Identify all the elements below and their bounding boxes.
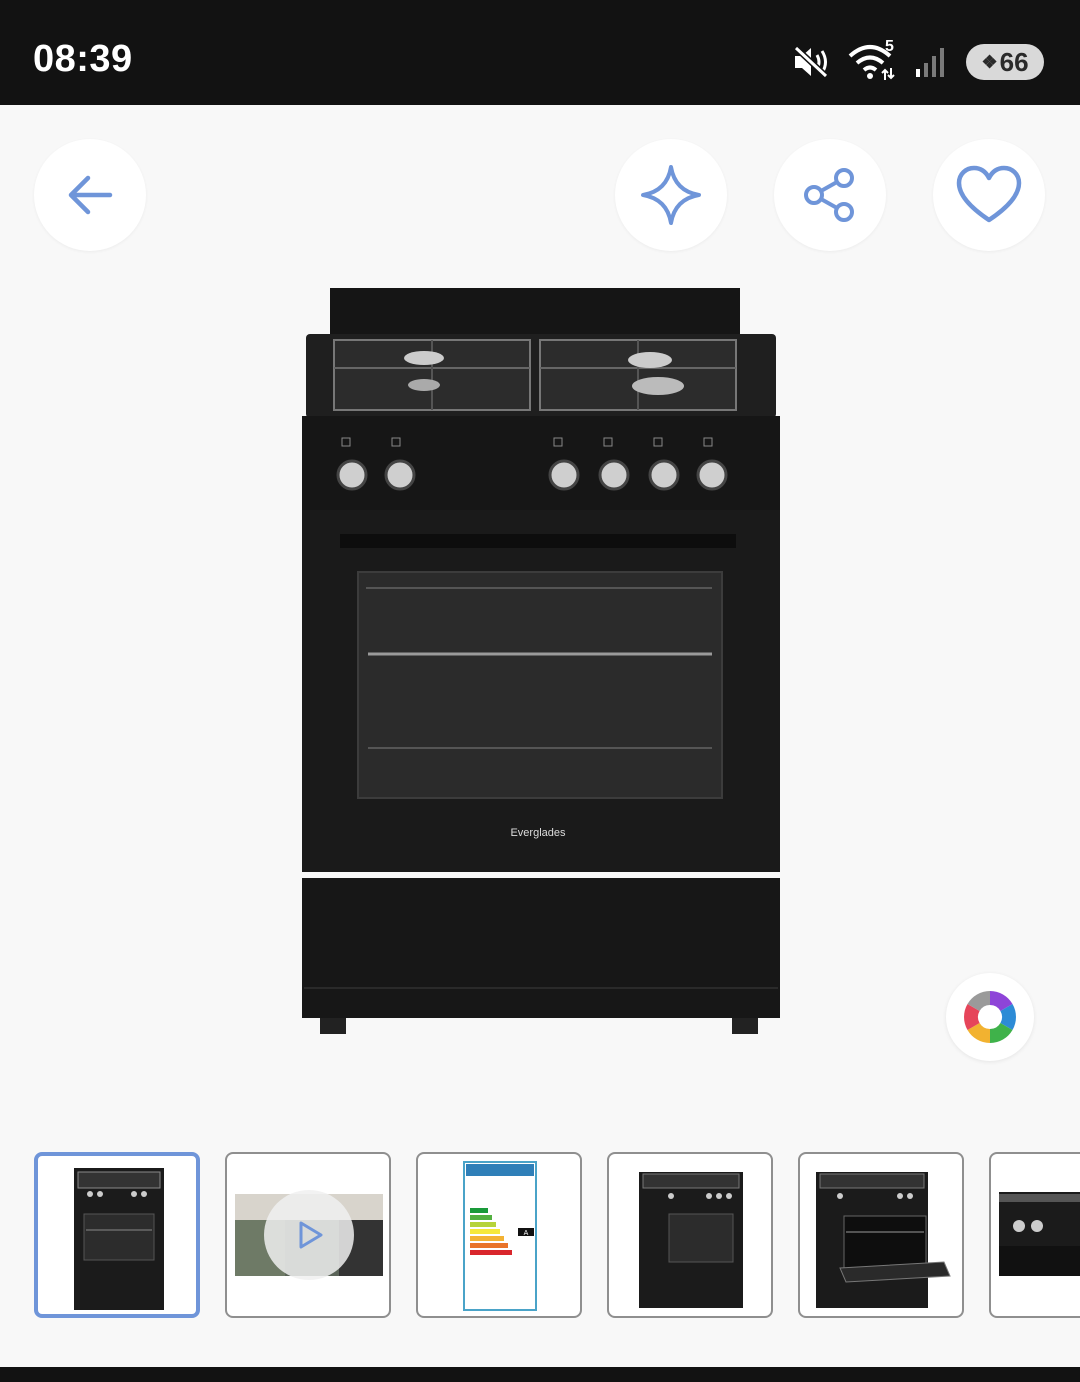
thumbnail-image	[999, 1192, 1080, 1276]
wifi-icon: 5	[848, 38, 896, 82]
heart-icon	[956, 165, 1022, 223]
play-icon	[299, 1221, 323, 1249]
navigation-bar	[0, 1367, 1080, 1382]
status-time: 08:39	[33, 38, 133, 80]
thumbnail-angle-view[interactable]	[607, 1152, 773, 1318]
favorite-button[interactable]	[933, 139, 1045, 251]
signal-icon	[916, 48, 944, 77]
thumbnail-image	[639, 1172, 743, 1308]
sparkle-icon	[641, 165, 701, 225]
thumbnail-open-door-view[interactable]	[798, 1152, 964, 1318]
play-button[interactable]	[264, 1190, 354, 1280]
color-picker-button[interactable]	[946, 973, 1034, 1061]
network-type-label: 5	[885, 38, 894, 55]
status-icons: 5 ❖ 66	[792, 38, 1044, 84]
thumbnail-video[interactable]	[225, 1152, 391, 1318]
battery-saver-icon: ❖	[981, 51, 998, 72]
product-image-viewer: Everglades A	[0, 105, 1080, 1367]
thumbnail-energy-label[interactable]: A	[416, 1152, 582, 1318]
back-button[interactable]	[34, 139, 146, 251]
share-icon	[804, 168, 854, 222]
product-image[interactable]: Everglades	[292, 288, 792, 1048]
arrow-left-icon	[68, 175, 113, 215]
energy-rating-label: A	[524, 1230, 529, 1237]
color-wheel-icon	[964, 991, 1016, 1043]
thumbnail-image	[74, 1168, 164, 1310]
share-button[interactable]	[774, 139, 886, 251]
brand-logo: Everglades	[510, 827, 566, 839]
battery-level: 66	[999, 46, 1029, 77]
thumbnail-image	[816, 1172, 951, 1308]
battery-indicator: ❖ 66	[966, 44, 1044, 80]
thumbnail-front-view[interactable]	[34, 1152, 200, 1318]
thumbnail-control-panel-view[interactable]	[989, 1152, 1080, 1318]
status-bar: 08:39 5 ❖ 66	[0, 0, 1080, 105]
ai-sparkle-button[interactable]	[615, 139, 727, 251]
thumbnail-gallery[interactable]: A	[0, 1152, 1080, 1322]
thumbnail-image: A	[463, 1161, 537, 1311]
mute-icon	[793, 45, 829, 79]
